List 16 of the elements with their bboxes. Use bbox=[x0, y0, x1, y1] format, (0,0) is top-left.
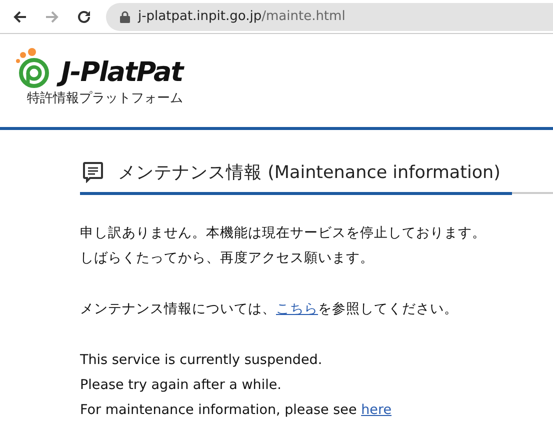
message-text: This service is currently suspended. bbox=[80, 352, 322, 368]
link[interactable]: here bbox=[361, 402, 392, 418]
address-bar[interactable]: j-platpat.inpit.go.jp/mainte.html bbox=[106, 2, 553, 30]
message-text: For maintenance information, please see here bbox=[80, 402, 392, 418]
lock-icon bbox=[120, 10, 130, 22]
message-icon bbox=[82, 161, 104, 183]
logo-subtitle: 特許情報プラットフォーム bbox=[27, 90, 184, 107]
logo-text: J-PlatPat bbox=[59, 57, 186, 88]
reload-icon[interactable] bbox=[76, 8, 92, 24]
message-text: 申し訳ありません。本機能は現在サービスを停止しております。 bbox=[80, 225, 486, 241]
message-text: メンテナンス情報については、こちら を参照してください。 bbox=[80, 301, 458, 317]
section-title: メンテナンス情報 (Maintenance information) bbox=[118, 162, 500, 184]
back-icon[interactable] bbox=[12, 8, 28, 24]
message-text: Please try again after a while. bbox=[80, 377, 282, 393]
link[interactable]: こちら bbox=[276, 301, 318, 317]
message-text: しばらくたってから、再度アクセス願います。 bbox=[80, 250, 374, 266]
